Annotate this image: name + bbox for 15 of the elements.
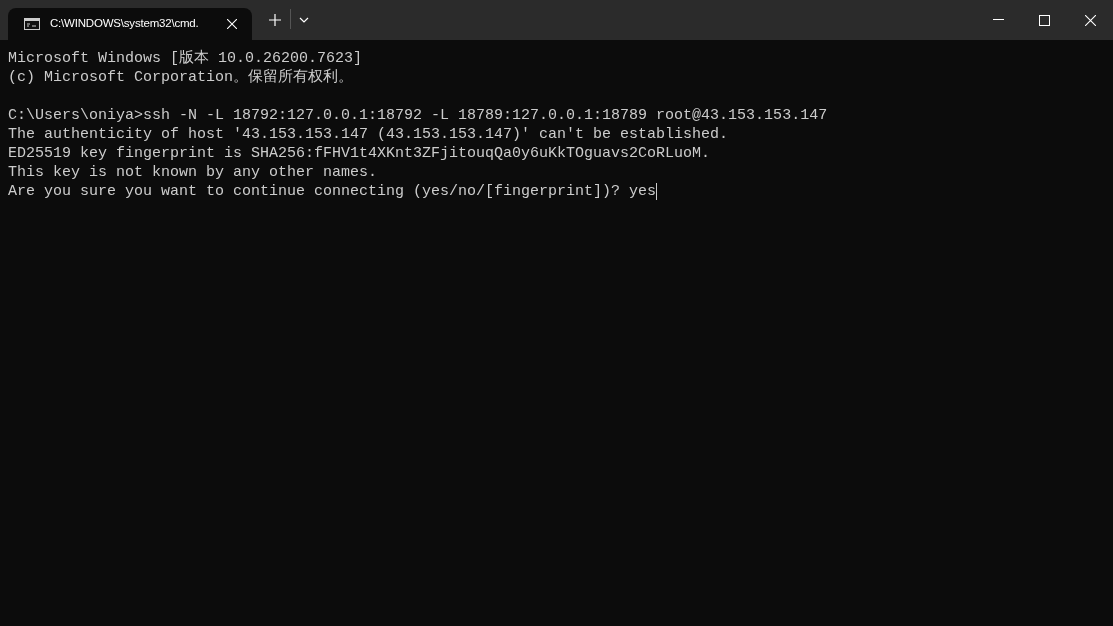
minimize-icon bbox=[992, 19, 1004, 21]
terminal-line: C:\Users\oniya>ssh -N -L 18792:127.0.0.1:18792 -L 18789:127.0.0.1:18789 root@43.153.153.147 bbox=[8, 106, 828, 125]
terminal-line: Are you sure you want to continue connecting (yes/no/[fingerprint])? yes bbox=[8, 182, 657, 201]
terminal-line: Microsoft Windows [版本 10.0.26200.7623] bbox=[8, 49, 363, 68]
terminal-line: (c) Microsoft Corporation。保留所有权利。 bbox=[8, 68, 354, 87]
chevron-down-icon bbox=[299, 17, 309, 23]
terminal-line: The authenticity of host '43.153.153.147 (43.153.153.147)' can't be established. bbox=[8, 125, 729, 144]
maximize-icon bbox=[1038, 14, 1050, 26]
terminal-line: ED25519 key fingerprint is SHA256:fFHV1t4XKnt3ZFjitouqQa0y6uKkTOguavs2CoRLuoM. bbox=[8, 144, 711, 163]
terminal-icon bbox=[24, 18, 40, 30]
tab[interactable]: C:\WINDOWS\system32\cmd. bbox=[8, 8, 252, 40]
close-icon bbox=[1084, 14, 1096, 26]
close-icon bbox=[227, 19, 237, 29]
terminal-line: This key is not known by any other names. bbox=[8, 163, 378, 182]
plus-icon bbox=[269, 14, 281, 26]
